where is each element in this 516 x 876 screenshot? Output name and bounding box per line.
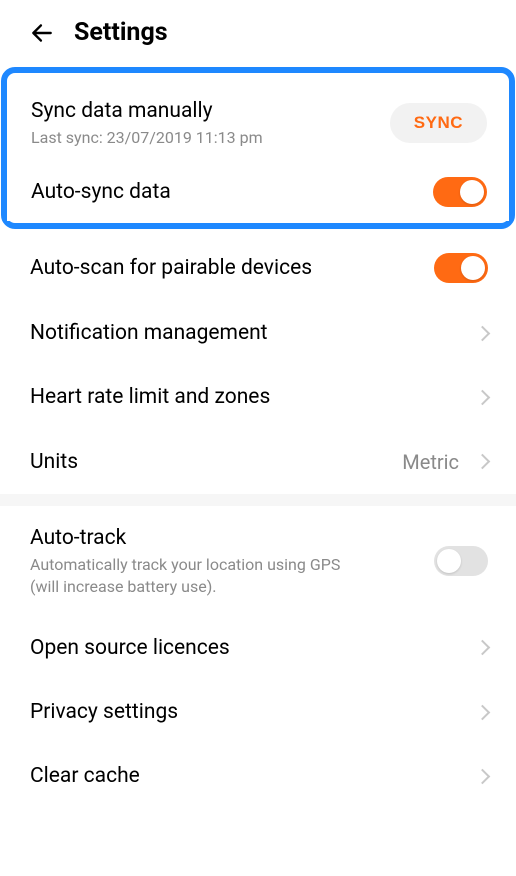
- units-row[interactable]: Units Metric: [0, 430, 516, 494]
- chevron-right-icon: [475, 704, 491, 720]
- auto-scan-text: Auto-scan for pairable devices: [30, 254, 434, 282]
- units-title: Units: [30, 448, 402, 476]
- heart-rate-row[interactable]: Heart rate limit and zones: [0, 365, 516, 429]
- heart-rate-text: Heart rate limit and zones: [30, 383, 465, 411]
- sync-data-text: Sync data manually Last sync: 23/07/2019…: [31, 97, 390, 149]
- chevron-right-icon: [475, 325, 491, 341]
- sync-data-row[interactable]: Sync data manually Last sync: 23/07/2019…: [7, 83, 509, 163]
- auto-scan-row[interactable]: Auto-scan for pairable devices: [0, 235, 516, 301]
- auto-scan-title: Auto-scan for pairable devices: [30, 254, 434, 282]
- auto-sync-row[interactable]: Auto-sync data: [7, 163, 509, 221]
- open-source-text: Open source licences: [30, 634, 465, 662]
- sync-button[interactable]: SYNC: [390, 103, 487, 143]
- back-arrow-icon: [29, 20, 55, 46]
- settings-screen: Settings Sync data manually Last sync: 2…: [0, 0, 516, 876]
- auto-track-title: Auto-track: [30, 524, 434, 552]
- chevron-right-icon: [475, 390, 491, 406]
- notification-title: Notification management: [30, 319, 465, 347]
- toggle-knob: [461, 256, 485, 280]
- auto-track-row[interactable]: Auto-track Automatically track your loca…: [0, 506, 516, 616]
- chevron-right-icon: [475, 454, 491, 470]
- header: Settings: [0, 0, 516, 61]
- chevron-right-icon: [475, 640, 491, 656]
- privacy-title: Privacy settings: [30, 698, 465, 726]
- notification-text: Notification management: [30, 319, 465, 347]
- auto-track-sub: Automatically track your location using …: [30, 554, 350, 597]
- notification-row[interactable]: Notification management: [0, 301, 516, 365]
- toggle-knob: [437, 549, 461, 573]
- units-value: Metric: [402, 450, 459, 474]
- units-value-group: Metric: [402, 450, 488, 474]
- page-title: Settings: [74, 18, 168, 47]
- clear-cache-text: Clear cache: [30, 762, 465, 790]
- clear-cache-title: Clear cache: [30, 762, 465, 790]
- sync-section-highlight: Sync data manually Last sync: 23/07/2019…: [1, 67, 515, 229]
- chevron-right-icon: [475, 769, 491, 785]
- auto-sync-text: Auto-sync data: [31, 178, 433, 206]
- privacy-row[interactable]: Privacy settings: [0, 680, 516, 744]
- sync-data-sub: Last sync: 23/07/2019 11:13 pm: [31, 127, 390, 149]
- auto-sync-title: Auto-sync data: [31, 178, 433, 206]
- privacy-text: Privacy settings: [30, 698, 465, 726]
- auto-scan-toggle[interactable]: [434, 253, 488, 283]
- auto-sync-toggle[interactable]: [433, 177, 487, 207]
- sync-data-title: Sync data manually: [31, 97, 390, 125]
- section-divider: [0, 494, 516, 506]
- open-source-row[interactable]: Open source licences: [0, 616, 516, 680]
- back-button[interactable]: [28, 19, 56, 47]
- auto-track-toggle[interactable]: [434, 546, 488, 576]
- clear-cache-row[interactable]: Clear cache: [0, 744, 516, 808]
- toggle-knob: [460, 180, 484, 204]
- auto-track-text: Auto-track Automatically track your loca…: [30, 524, 434, 598]
- heart-rate-title: Heart rate limit and zones: [30, 383, 465, 411]
- open-source-title: Open source licences: [30, 634, 465, 662]
- units-text: Units: [30, 448, 402, 476]
